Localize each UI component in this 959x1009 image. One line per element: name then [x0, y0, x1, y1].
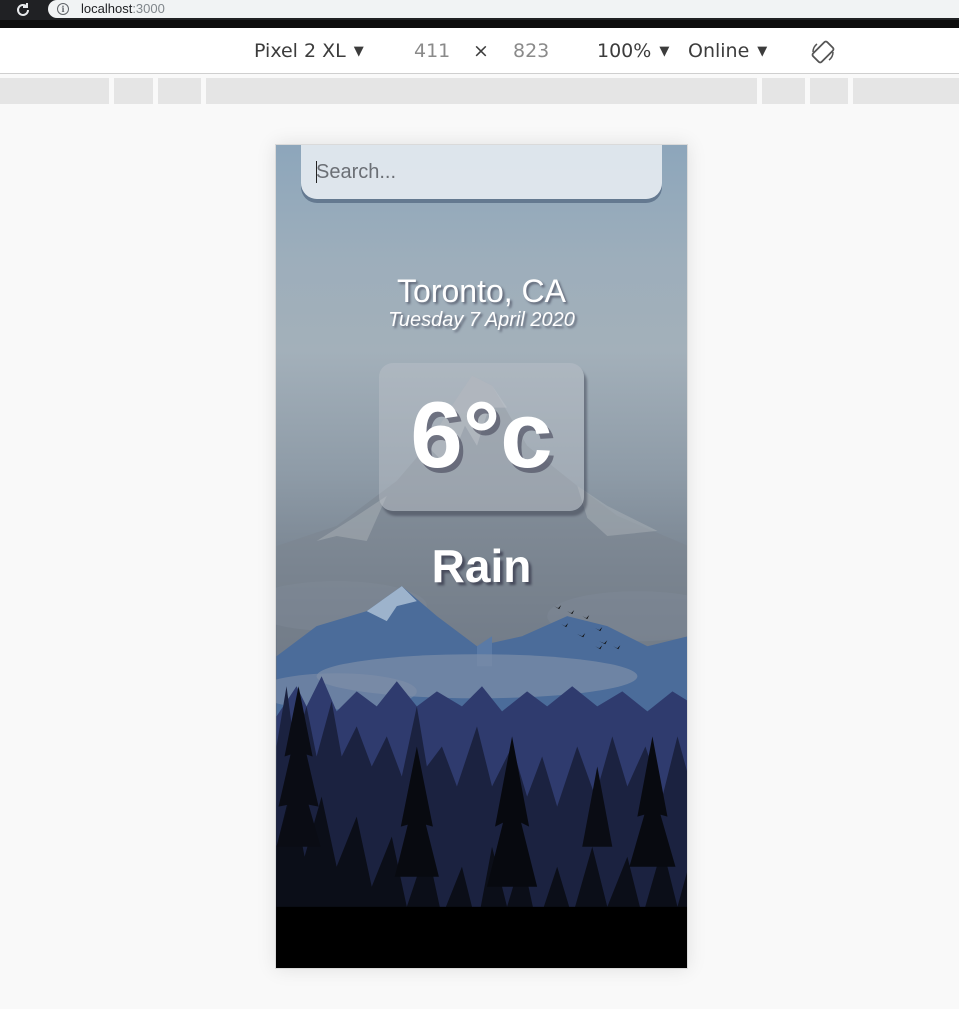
width-input[interactable]: 411	[414, 39, 450, 63]
url-text: localhost:3000	[81, 1, 165, 16]
media-query-segment[interactable]	[0, 78, 109, 104]
reload-icon[interactable]	[14, 1, 32, 19]
dimension-separator: ×	[473, 40, 489, 62]
zoom-select[interactable]: 100% ▼	[597, 39, 669, 66]
search-input[interactable]	[301, 145, 662, 199]
rotate-icon[interactable]	[810, 39, 836, 65]
weather-condition: Rain	[431, 540, 532, 592]
text-cursor	[316, 161, 317, 183]
current-date: Tuesday 7 April 2020	[388, 309, 575, 331]
chevron-down-icon: ▼	[353, 44, 364, 59]
browser-toolbar: i localhost:3000	[0, 0, 959, 20]
media-query-bar	[0, 78, 959, 104]
chevron-down-icon: ▼	[659, 44, 670, 59]
media-query-segment[interactable]	[810, 78, 848, 104]
device-viewport: Toronto, CA Tuesday 7 April 2020 6°c Rai…	[275, 144, 688, 969]
network-throttle-select[interactable]: Online ▼	[688, 39, 767, 66]
media-query-segment[interactable]	[206, 78, 757, 104]
tab-strip-edge	[0, 20, 959, 28]
temperature-value: 6°c	[410, 382, 553, 487]
info-icon[interactable]: i	[57, 3, 69, 15]
search-box	[301, 145, 662, 199]
address-bar[interactable]: i localhost:3000	[48, 0, 959, 18]
media-query-segment[interactable]	[762, 78, 805, 104]
location-title: Toronto, CA	[397, 273, 566, 309]
device-select[interactable]: Pixel 2 XL ▼	[254, 39, 364, 66]
chevron-down-icon: ▼	[757, 44, 768, 59]
temperature-card: 6°c	[379, 363, 584, 511]
media-query-segment[interactable]	[158, 78, 201, 104]
device-toolbar: Pixel 2 XL ▼ 411 × 823 100% ▼ Online ▼	[0, 28, 959, 74]
height-input[interactable]: 823	[513, 39, 549, 63]
media-query-segment[interactable]	[114, 78, 153, 104]
media-query-segment[interactable]	[853, 78, 959, 104]
